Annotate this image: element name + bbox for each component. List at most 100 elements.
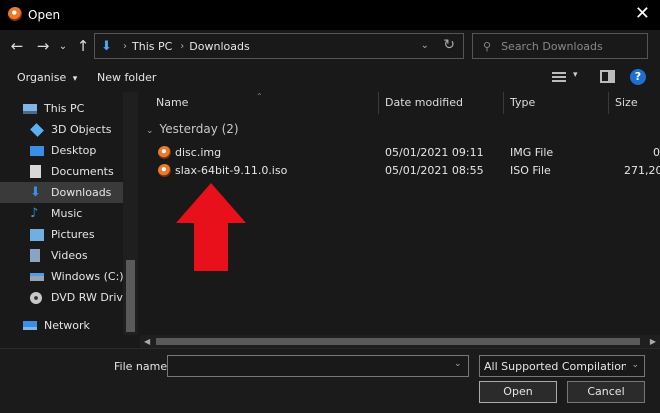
- refresh-icon[interactable]: ↻: [443, 37, 455, 53]
- sidebar-item-pictures[interactable]: Pictures: [0, 224, 123, 245]
- column-divider[interactable]: [503, 92, 504, 114]
- disc-image-file-icon: [158, 146, 171, 159]
- file-size: 0: [653, 146, 660, 159]
- cancel-button[interactable]: Cancel: [567, 381, 645, 403]
- scroll-left-icon[interactable]: ◀: [144, 335, 150, 348]
- title-bar: Open ✕: [0, 0, 660, 30]
- sidebar-item-downloads[interactable]: ⬇ Downloads: [0, 182, 123, 203]
- dialog-footer: File name: ⌄ All Supported Compilations …: [0, 348, 660, 413]
- drive-icon: [30, 272, 44, 281]
- file-row[interactable]: slax-64bit-9.11.0.iso 05/01/2021 08:55 I…: [140, 162, 660, 180]
- network-icon: [23, 321, 37, 330]
- this-pc-icon: [23, 103, 37, 114]
- file-name: slax-64bit-9.11.0.iso: [175, 164, 288, 177]
- scrollbar-thumb[interactable]: [156, 338, 640, 345]
- group-header-yesterday[interactable]: ⌄ Yesterday (2): [146, 122, 239, 136]
- file-name-label: File name:: [114, 360, 171, 373]
- file-date: 05/01/2021 08:55: [385, 164, 484, 177]
- sidebar-item-label: Videos: [51, 249, 88, 262]
- file-row[interactable]: disc.img 05/01/2021 09:11 IMG File 0: [140, 144, 660, 162]
- downloads-icon: ⬇: [30, 184, 41, 200]
- scroll-right-icon[interactable]: ▶: [650, 335, 656, 348]
- sidebar-item-label: This PC: [44, 102, 85, 115]
- chevron-down-icon[interactable]: ▾: [573, 70, 578, 80]
- file-type-filter-value: All Supported Compilations and: [484, 359, 626, 373]
- sidebar-item-label: 3D Objects: [51, 123, 112, 136]
- red-up-arrow-annotation: [176, 183, 246, 271]
- back-icon[interactable]: ←: [8, 36, 26, 56]
- chevron-down-icon[interactable]: ⌄: [421, 40, 429, 51]
- column-header-date-modified[interactable]: Date modified: [385, 96, 463, 109]
- sidebar-item-label: Network: [44, 319, 90, 332]
- column-header-type[interactable]: Type: [510, 96, 535, 109]
- documents-icon: [30, 165, 41, 178]
- pictures-icon: [30, 228, 44, 241]
- preview-pane-icon[interactable]: [600, 70, 615, 83]
- sidebar-item-label: DVD RW Drive (F: [51, 291, 123, 304]
- chevron-down-icon[interactable]: ⌄: [454, 359, 462, 369]
- chevron-down-icon: ▾: [72, 74, 78, 84]
- open-button[interactable]: Open: [479, 381, 557, 403]
- downloads-icon: ⬇: [101, 38, 112, 54]
- search-box[interactable]: ⚲ Search Downloads: [472, 33, 648, 59]
- chevron-down-icon: ⌄: [146, 126, 154, 136]
- file-type: ISO File: [510, 164, 551, 177]
- navigation-pane: This PC 3D Objects Desktop Documents ⬇ D…: [0, 92, 140, 335]
- sidebar-item-desktop[interactable]: Desktop: [0, 140, 123, 161]
- sidebar-item-windows-c[interactable]: Windows (C:): [0, 266, 123, 287]
- search-placeholder: Search Downloads: [501, 39, 603, 53]
- sidebar-item-network[interactable]: Network: [0, 315, 123, 335]
- file-date: 05/01/2021 09:11: [385, 146, 484, 159]
- dvd-icon: [30, 291, 42, 304]
- column-header-name[interactable]: Name: [156, 96, 188, 109]
- music-icon: ♪: [30, 205, 39, 221]
- window-title: Open: [28, 8, 61, 22]
- chevron-right-icon[interactable]: ›: [180, 41, 184, 52]
- sidebar-item-music[interactable]: ♪ Music: [0, 203, 123, 224]
- breadcrumb-downloads[interactable]: Downloads: [189, 40, 249, 53]
- column-divider[interactable]: [378, 92, 379, 114]
- disc-image-file-icon: [158, 164, 171, 177]
- 3d-objects-icon: [30, 122, 44, 137]
- file-type-filter-select[interactable]: All Supported Compilations and ⌄: [479, 355, 645, 377]
- sidebar-scrollbar[interactable]: [123, 92, 138, 335]
- close-icon[interactable]: ✕: [635, 4, 650, 24]
- chevron-right-icon[interactable]: ›: [123, 41, 127, 52]
- forward-icon[interactable]: →: [34, 36, 52, 56]
- sidebar-item-label: Desktop: [51, 144, 97, 157]
- sidebar-item-videos[interactable]: Videos: [0, 245, 123, 266]
- column-divider[interactable]: [608, 92, 609, 114]
- address-bar[interactable]: ⬇ › This PC › Downloads ⌄ ↻: [94, 33, 464, 59]
- sidebar-item-documents[interactable]: Documents: [0, 161, 123, 182]
- recent-locations-icon[interactable]: ⌄: [57, 36, 69, 56]
- horizontal-scrollbar[interactable]: ◀ ▶: [140, 335, 660, 348]
- file-name-input[interactable]: [167, 355, 469, 377]
- change-view-icon[interactable]: [552, 72, 566, 83]
- sidebar-item-label: Windows (C:): [51, 270, 123, 283]
- chevron-down-icon: ⌄: [631, 360, 639, 370]
- help-icon[interactable]: ?: [630, 69, 646, 85]
- command-bar: Organise ▾ New folder ▾ ?: [0, 62, 660, 92]
- scrollbar-thumb[interactable]: [126, 260, 135, 332]
- column-header-size[interactable]: Size: [615, 96, 638, 109]
- organise-label: Organise: [17, 71, 67, 84]
- app-icon: [8, 7, 22, 21]
- sort-indicator-icon: ⌃: [256, 92, 263, 101]
- sidebar-item-label: Downloads: [51, 186, 112, 199]
- new-folder-button[interactable]: New folder: [97, 71, 156, 84]
- navigation-bar: ← → ⌄ ↑ ⬇ › This PC › Downloads ⌄ ↻ ⚲ Se…: [0, 30, 660, 62]
- organise-button[interactable]: Organise ▾: [17, 71, 77, 84]
- up-folder-icon[interactable]: ↑: [74, 36, 92, 56]
- group-label: Yesterday (2): [159, 122, 239, 136]
- search-icon: ⚲: [483, 39, 492, 53]
- desktop-icon: [30, 145, 44, 156]
- sidebar-item-this-pc[interactable]: This PC: [0, 98, 123, 119]
- sidebar-item-dvd-drive[interactable]: DVD RW Drive (F: [0, 287, 123, 308]
- file-size: 271,200: [624, 164, 660, 177]
- breadcrumb-this-pc[interactable]: This PC: [132, 40, 172, 53]
- videos-icon: [30, 249, 40, 262]
- sidebar-item-label: Pictures: [51, 228, 95, 241]
- sidebar-item-label: Documents: [51, 165, 114, 178]
- sidebar-item-3d-objects[interactable]: 3D Objects: [0, 119, 123, 140]
- file-type: IMG File: [510, 146, 554, 159]
